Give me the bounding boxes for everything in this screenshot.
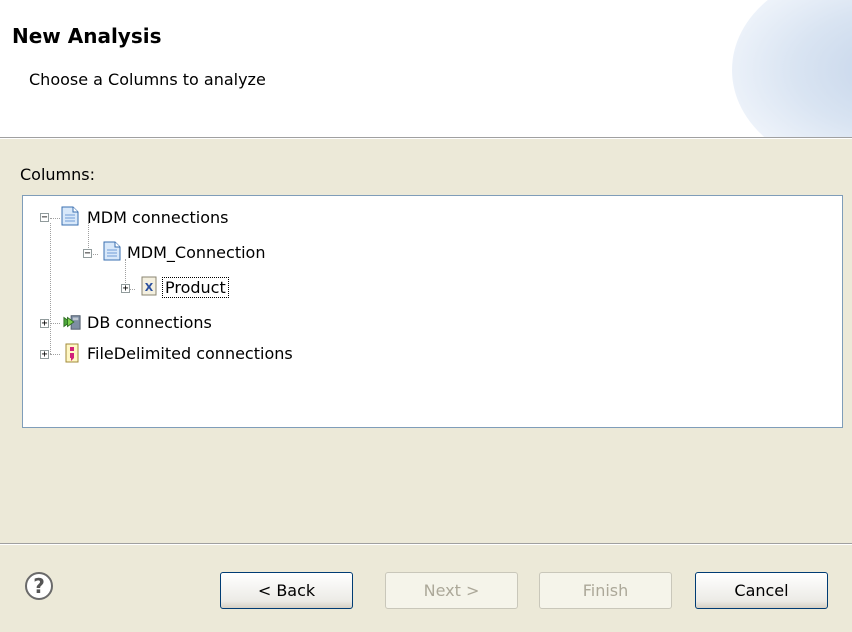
- tree-connector: [50, 218, 60, 219]
- file-delimited-icon: [65, 343, 79, 363]
- expand-icon[interactable]: +: [121, 284, 130, 294]
- collapse-icon[interactable]: −: [40, 213, 49, 223]
- tree-item-label: MDM connections: [87, 208, 229, 227]
- columns-label: Columns:: [20, 165, 95, 184]
- svg-text:X: X: [145, 281, 154, 294]
- columns-tree[interactable]: − MDM connections − MDM_Connection + X P…: [22, 195, 843, 428]
- next-button[interactable]: Next >: [385, 572, 518, 609]
- expand-icon[interactable]: +: [40, 319, 49, 329]
- footer-separator-highlight: [0, 544, 852, 545]
- cancel-button[interactable]: Cancel: [695, 572, 828, 609]
- tree-item-label: FileDelimited connections: [87, 344, 293, 363]
- tree-item-label: Product: [162, 277, 229, 298]
- dialog-description: Choose a Columns to analyze: [29, 70, 266, 89]
- document-icon: [61, 206, 79, 226]
- tree-connector: [50, 323, 60, 324]
- tree-connector: [50, 354, 60, 355]
- dialog-header: New Analysis Choose a Columns to analyze: [0, 0, 852, 137]
- tree-connector: [50, 223, 51, 354]
- header-separator-highlight: [0, 138, 852, 139]
- expand-icon[interactable]: +: [40, 350, 49, 360]
- header-banner-graphic: [732, 0, 852, 137]
- xml-file-icon: X: [141, 276, 157, 296]
- back-button[interactable]: < Back: [220, 572, 353, 609]
- document-icon: [103, 241, 121, 261]
- help-icon[interactable]: ?: [25, 572, 53, 600]
- dialog-title: New Analysis: [12, 24, 162, 48]
- finish-button[interactable]: Finish: [539, 572, 672, 609]
- collapse-icon[interactable]: −: [83, 249, 92, 259]
- tree-item-label: DB connections: [87, 313, 212, 332]
- database-icon: [63, 315, 81, 330]
- tree-item-label: MDM_Connection: [127, 243, 266, 262]
